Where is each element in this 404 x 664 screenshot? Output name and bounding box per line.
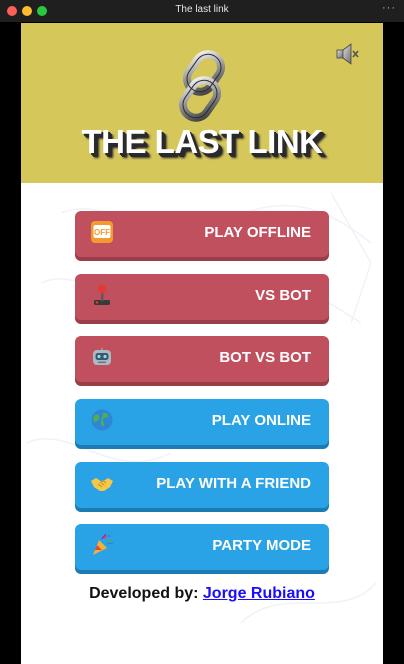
robot-icon [93,345,111,365]
chain-link-icon [178,50,226,122]
bot-vs-bot-button[interactable]: BOT VS BOT [75,336,329,382]
play-online-button[interactable]: PLAY ONLINE [75,399,329,445]
developer-credit: Developed by: Jorge Rubiano [21,585,383,603]
play-offline-label: PLAY OFFLINE [204,224,311,241]
joystick-icon [94,284,110,305]
play-with-friend-label: PLAY WITH A FRIEND [156,475,311,492]
window-titlebar: The last link ··· [0,0,404,23]
handshake-icon [91,478,113,491]
window-more-button[interactable]: ··· [382,2,396,14]
app-content: THE LAST LINK OFF PLAY OFFLINE VS BOT BO [21,23,383,664]
play-online-label: PLAY ONLINE [211,412,311,429]
vs-bot-label: VS BOT [255,287,311,304]
svg-text:OFF: OFF [94,228,110,237]
mouse-pointer-icon [382,358,383,372]
app-title: THE LAST LINK [81,123,323,160]
offline-icon: OFF [91,221,113,243]
party-mode-button[interactable]: PARTY MODE [75,524,329,570]
play-with-friend-button[interactable]: PLAY WITH A FRIEND [75,462,329,508]
play-offline-button[interactable]: OFF PLAY OFFLINE [75,211,329,257]
window-title: The last link [175,4,229,15]
vs-bot-button[interactable]: VS BOT [75,274,329,320]
party-mode-label: PARTY MODE [212,537,311,554]
bot-vs-bot-label: BOT VS BOT [219,349,311,366]
developer-credit-prefix: Developed by: [89,585,199,602]
party-popper-icon [93,533,114,555]
globe-icon [91,409,113,431]
developer-link[interactable]: Jorge Rubiano [203,585,315,602]
speaker-muted-icon[interactable] [334,41,360,67]
header-banner: THE LAST LINK [21,23,383,183]
